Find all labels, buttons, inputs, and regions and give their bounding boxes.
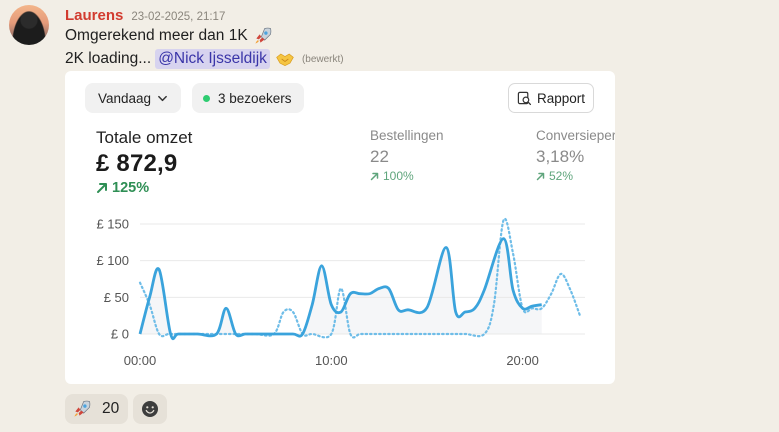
- message-timestamp: 23-02-2025, 21:17: [131, 11, 226, 23]
- edited-label: (bewerkt): [301, 53, 344, 65]
- message-text-1: Omgerekend meer dan 1K: [65, 27, 248, 44]
- add-reaction-button[interactable]: [133, 394, 167, 424]
- arrow-up-right-icon: [536, 172, 545, 180]
- date-filter-label: Vandaag: [98, 90, 152, 106]
- visitors-label: 3 bezoekers: [218, 90, 292, 106]
- total-revenue-change: 125%: [96, 180, 149, 196]
- total-revenue-label: Totale omzet: [96, 128, 193, 147]
- add-reaction-icon: [142, 401, 158, 417]
- y-tick-label: £ 50: [104, 290, 129, 305]
- reaction-rocket[interactable]: 20: [65, 394, 128, 424]
- message-line-2: 2K loading... @Nick Ijsseldijk (bewerkt): [65, 49, 344, 69]
- total-revenue-change-value: 125%: [112, 180, 150, 196]
- message-text-2: 2K loading...: [65, 50, 152, 67]
- kpi-conversion-label: Conversieper: [536, 128, 615, 143]
- arrow-up-right-icon: [370, 172, 379, 180]
- author-name[interactable]: Laurens: [65, 7, 123, 24]
- report-button-label: Rapport: [536, 90, 586, 106]
- handshake-icon: [276, 53, 294, 67]
- kpi-orders-change: 100%: [370, 169, 444, 183]
- kpi-orders: Bestellingen 22 100%: [370, 128, 444, 183]
- rocket-icon: [255, 27, 271, 44]
- kpi-orders-change-value: 100%: [383, 169, 414, 183]
- x-tick-label: 10:00: [315, 353, 348, 368]
- revenue-line-chart: £ 150 £ 100 £ 50 £ 0 00:00 10:00 20:00: [96, 217, 585, 368]
- user-avatar[interactable]: [9, 5, 49, 45]
- rocket-icon: [74, 400, 91, 417]
- total-revenue-value: £ 872,9: [96, 150, 178, 177]
- chevron-down-icon: [158, 95, 167, 101]
- y-tick-label: £ 150: [96, 217, 129, 232]
- reaction-count: 20: [102, 400, 120, 417]
- message-header: Laurens 23-02-2025, 21:17: [65, 7, 225, 24]
- kpi-conversion: Conversieper 3,18% 52%: [536, 128, 615, 183]
- analytics-card: Vandaag 3 bezoekers Rapport Totale omzet…: [65, 71, 615, 384]
- user-mention[interactable]: @Nick Ijsseldijk: [155, 49, 270, 69]
- report-search-icon: [517, 91, 532, 105]
- live-visitors-badge[interactable]: 3 bezoekers: [192, 83, 304, 113]
- report-button[interactable]: Rapport: [508, 83, 594, 113]
- x-tick-label: 20:00: [506, 353, 539, 368]
- date-filter-dropdown[interactable]: Vandaag: [85, 83, 181, 113]
- kpi-conversion-change: 52%: [536, 169, 615, 183]
- kpi-conversion-change-value: 52%: [549, 169, 574, 183]
- live-status-dot-icon: [203, 94, 210, 102]
- y-tick-label: £ 100: [96, 253, 129, 268]
- x-tick-label: 00:00: [124, 353, 157, 368]
- kpi-orders-value: 22: [370, 147, 389, 166]
- message-line-1: Omgerekend meer dan 1K: [65, 26, 273, 46]
- kpi-orders-label: Bestellingen: [370, 128, 444, 143]
- y-tick-label: £ 0: [111, 327, 129, 342]
- kpi-conversion-value: 3,18%: [536, 147, 585, 166]
- arrow-up-right-icon: [97, 183, 107, 193]
